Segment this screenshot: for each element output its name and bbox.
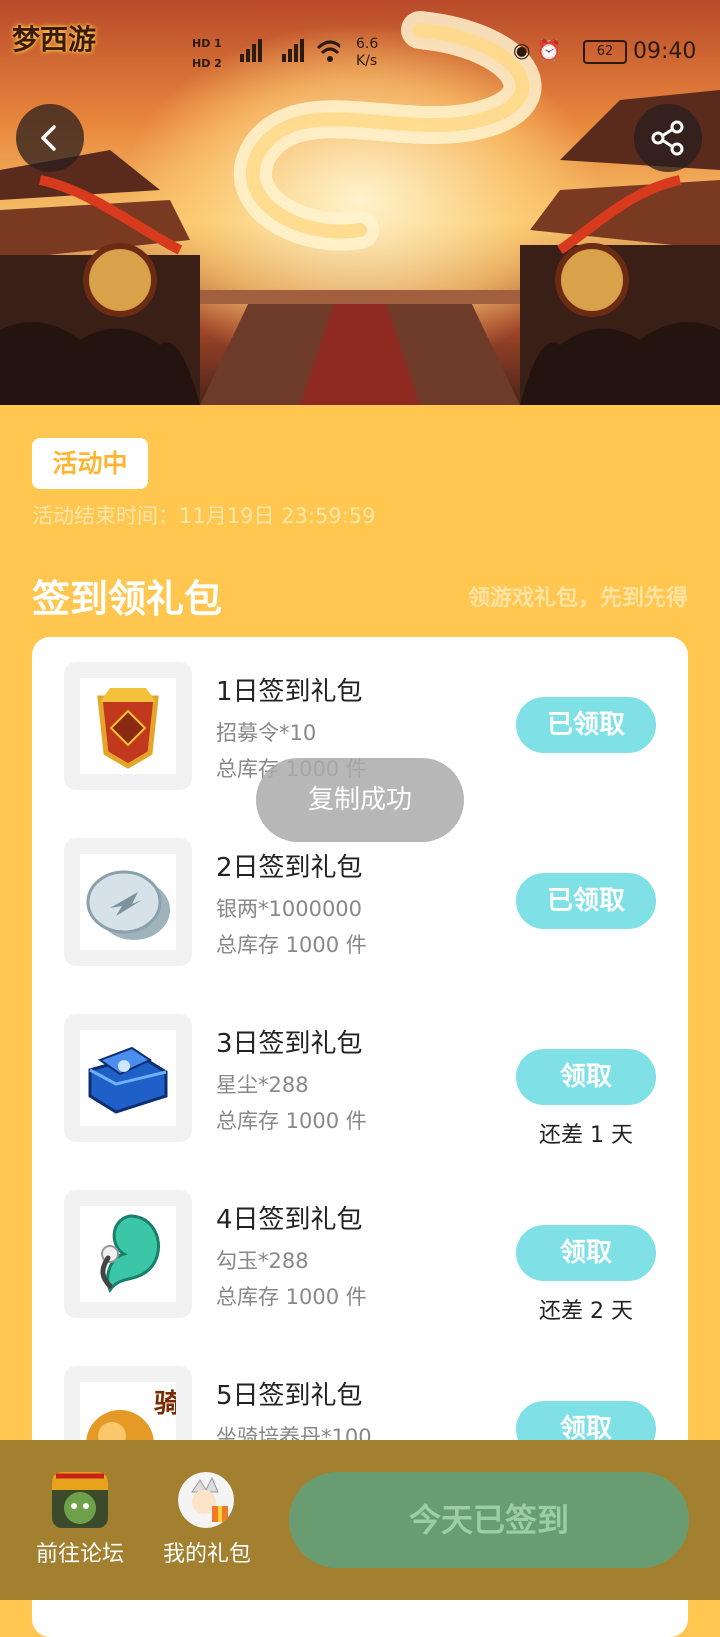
gift-item: 1日签到礼包 招募令*10 总库存 1000 件 已领取 — [32, 637, 688, 790]
back-button[interactable] — [16, 104, 84, 172]
recruit-token-icon — [80, 678, 176, 774]
gift-stock: 总库存 1000 件 — [216, 1109, 367, 1133]
my-gifts-icon[interactable] — [178, 1472, 234, 1528]
magatama-icon — [80, 1206, 176, 1302]
gift-thumbnail — [64, 662, 192, 790]
eye-alarm-icons: ◉ ⏰ — [513, 38, 562, 62]
network-speed: 6.6 K/s — [356, 36, 379, 69]
section-subtitle: 领游戏礼包，先到先得 — [467, 586, 688, 611]
gift-stock: 总库存 1000 件 — [216, 1285, 367, 1309]
section-title: 签到领礼包 — [32, 577, 223, 621]
gift-thumbnail — [64, 838, 192, 966]
gift-reward: 招募令*10 — [216, 721, 317, 745]
svg-text:骑: 骑 — [154, 1389, 176, 1419]
clock: 09:40 — [633, 39, 697, 64]
gift-stock: 总库存 1000 件 — [216, 933, 367, 957]
bottom-bar: 前往论坛 我的礼包 今天已签到 — [0, 1440, 720, 1600]
status-bar: HD 1 HD 2 6.6 K/s ◉ ⏰ 62 09:40 — [0, 30, 720, 80]
signal-icon — [230, 34, 344, 68]
copy-success-toast: 复制成功 — [256, 758, 464, 842]
gift-name: 4日签到礼包 — [216, 1205, 363, 1235]
share-icon — [651, 120, 684, 156]
gift-item: 4日签到礼包 勾玉*288 总库存 1000 件 领取 还差 2 天 — [32, 1165, 688, 1324]
claim-button[interactable]: 领取 — [516, 1049, 656, 1105]
gift-name: 2日签到礼包 — [216, 853, 363, 883]
forum-icon[interactable] — [52, 1472, 108, 1528]
activity-end-time: 活动结束时间：11月19日 23:59:59 — [32, 504, 376, 528]
gift-thumbnail — [64, 1190, 192, 1318]
chevron-left-icon — [41, 125, 56, 151]
share-button[interactable] — [634, 104, 702, 172]
activity-status-badge: 活动中 — [32, 438, 148, 489]
my-gifts-label[interactable]: 我的礼包 — [142, 1536, 272, 1568]
gift-name: 3日签到礼包 — [216, 1029, 363, 1059]
stardust-chest-icon — [80, 1030, 176, 1126]
gift-item: 3日签到礼包 星尘*288 总库存 1000 件 领取 还差 1 天 — [32, 989, 688, 1148]
gift-name: 1日签到礼包 — [216, 677, 363, 707]
claimed-button[interactable]: 已领取 — [516, 873, 656, 929]
days-remaining: 还差 1 天 — [539, 1123, 633, 1148]
gift-thumbnail — [64, 1014, 192, 1142]
gift-reward: 星尘*288 — [216, 1073, 309, 1097]
days-remaining: 还差 2 天 — [539, 1299, 633, 1324]
silver-coin-icon — [80, 854, 176, 950]
battery-icon: 62 — [583, 40, 627, 64]
claimed-button[interactable]: 已领取 — [516, 697, 656, 753]
hd-indicator: HD 1 HD 2 — [192, 37, 222, 70]
forum-label[interactable]: 前往论坛 — [15, 1536, 145, 1568]
claim-button[interactable]: 领取 — [516, 1225, 656, 1281]
gift-reward: 勾玉*288 — [216, 1249, 309, 1273]
gift-reward: 银两*1000000 — [216, 897, 363, 921]
gift-name: 5日签到礼包 — [216, 1381, 363, 1411]
signed-today-button[interactable]: 今天已签到 — [289, 1472, 689, 1568]
